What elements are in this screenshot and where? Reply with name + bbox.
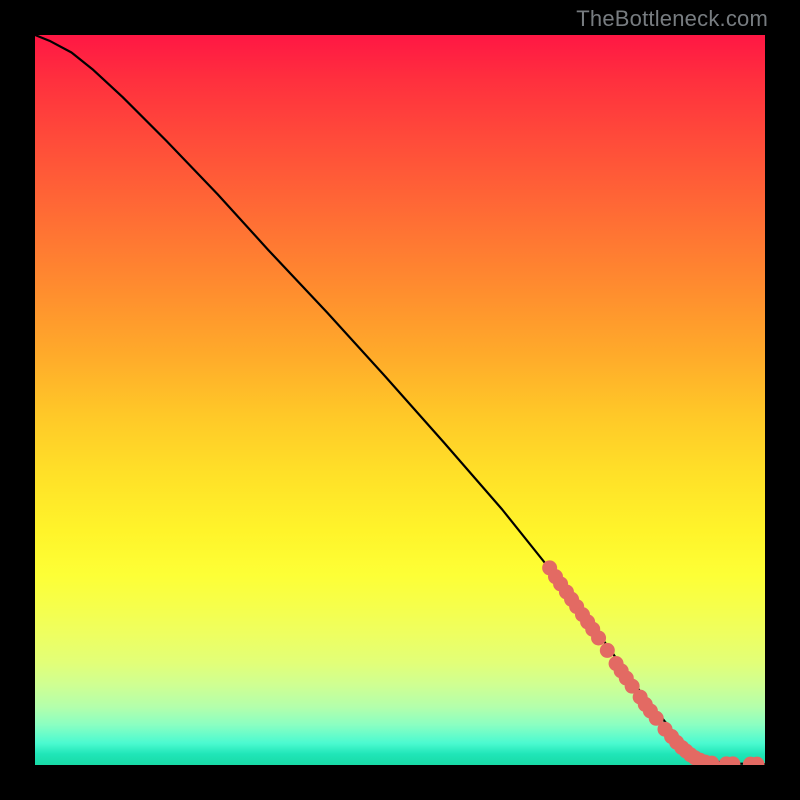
- chart-svg: [35, 35, 765, 765]
- data-point: [591, 630, 606, 645]
- plot-area: [35, 35, 765, 765]
- data-point: [600, 643, 615, 658]
- chart-frame: TheBottleneck.com: [0, 0, 800, 800]
- bottleneck-curve: [35, 35, 765, 764]
- watermark-text: TheBottleneck.com: [576, 6, 768, 32]
- data-points: [542, 560, 764, 765]
